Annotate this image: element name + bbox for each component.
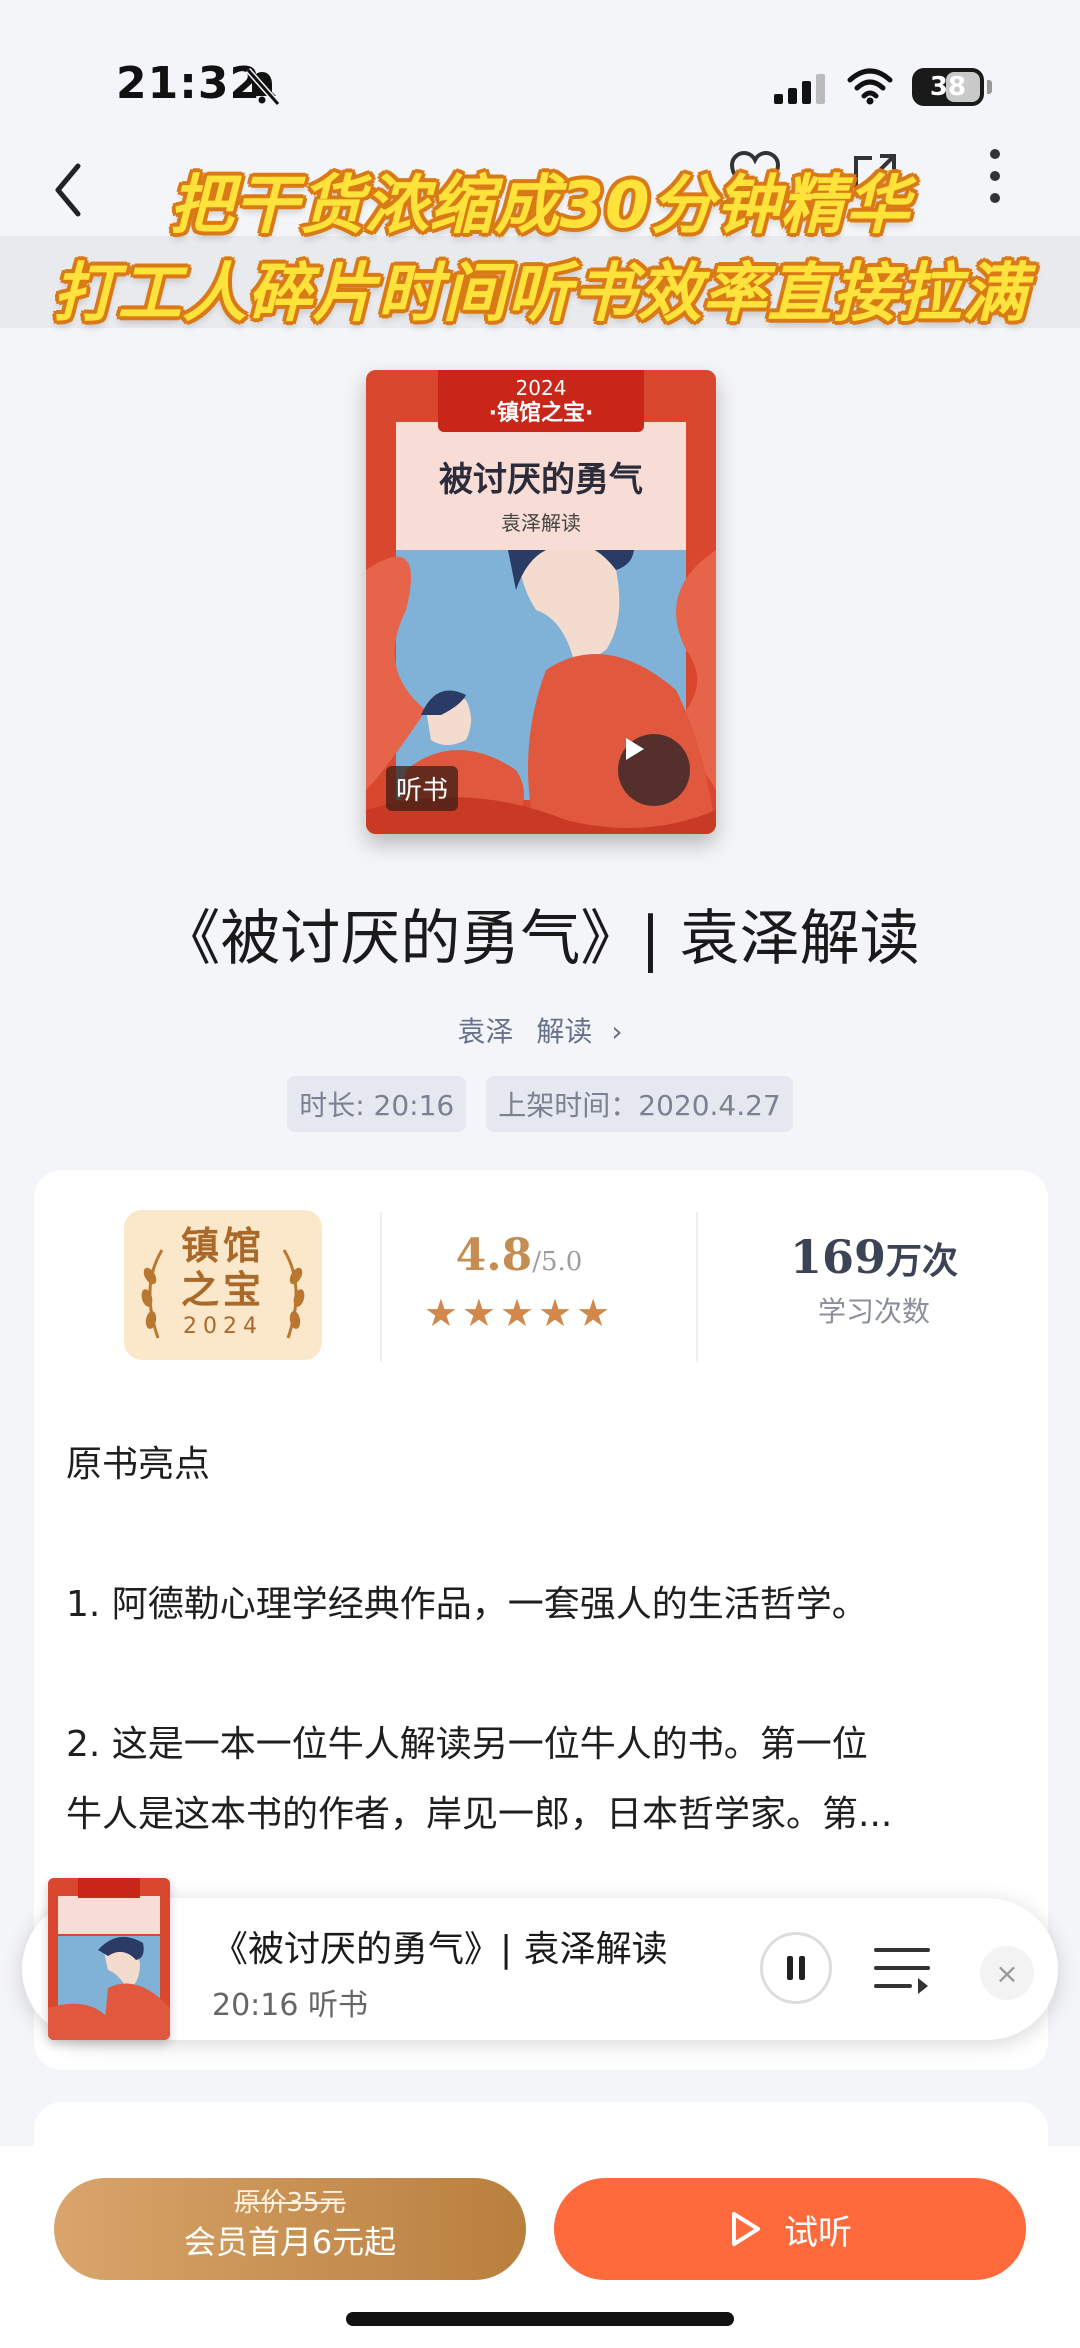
rating-score: 4.8	[455, 1230, 533, 1281]
playlist-icon[interactable]	[872, 1942, 932, 1996]
membership-label: 会员首月6元起	[183, 2223, 397, 2261]
plays-block: 169万次 学习次数	[724, 1230, 1024, 1330]
cover-award-badge: 2024 ·镇馆之宝·	[438, 370, 644, 432]
cover-book-subtitle: 袁泽解读	[501, 511, 581, 535]
plays-label: 学习次数	[817, 1295, 930, 1328]
author-role: 解读	[536, 1015, 593, 1048]
book-description: 原书亮点 1. 阿德勒心理学经典作品，一套强人的生活哲学。 2. 这是一本一位牛…	[66, 1430, 1026, 1850]
cover-badge-text: ·镇馆之宝·	[488, 401, 594, 426]
rating-block: 4.8/5.0 ★★★★★	[384, 1230, 654, 1335]
bell-muted-icon	[245, 68, 281, 106]
description-point-2-line-1: 2. 这是一本一位牛人解读另一位牛人的书。第一位	[66, 1724, 868, 1765]
divider	[696, 1212, 698, 1362]
battery-indicator: 38	[912, 68, 992, 106]
rating-max: /5.0	[532, 1247, 583, 1277]
trial-listen-label: 试听	[784, 2212, 852, 2253]
pause-button[interactable]	[760, 1932, 832, 2004]
book-title: 《被讨厌的勇气》| 袁泽解读	[160, 904, 920, 974]
rating-stars: ★★★★★	[423, 1291, 615, 1335]
author-name: 袁泽	[457, 1015, 514, 1048]
mini-player-cover[interactable]	[48, 1878, 170, 2040]
book-cover[interactable]: 被讨厌的勇气 袁泽解读 2024 ·镇馆之宝· 听书	[366, 370, 716, 834]
meta-row: 时长: 20:16 上架时间：2020.4.27	[0, 1076, 1080, 1132]
divider	[380, 1212, 382, 1362]
membership-button[interactable]: 原价35元 会员首月6元起	[54, 2178, 526, 2280]
caption-line-1: 把干货浓缩成30分钟精华	[169, 169, 911, 243]
plays-count: 169	[789, 1230, 886, 1284]
close-player-button[interactable]: ×	[980, 1946, 1034, 2000]
original-price: 原价35元	[234, 2188, 346, 2218]
pause-icon	[787, 1956, 805, 1980]
mini-player-title: 《被讨厌的勇气》| 袁泽解读	[212, 1929, 668, 1970]
play-outline-icon	[732, 2212, 760, 2246]
caption-line-2: 打工人碎片时间听书效率直接拉满	[52, 257, 1028, 331]
signal-icon	[774, 74, 825, 104]
author-link[interactable]: 袁泽 解读 ›	[0, 1010, 1080, 1050]
laurel-left-icon	[141, 1249, 164, 1339]
cover-audio-tag: 听书	[386, 766, 459, 811]
play-icon	[626, 738, 644, 760]
description-point-1: 1. 阿德勒心理学经典作品，一套强人的生活哲学。	[66, 1584, 868, 1625]
duration-pill: 时长: 20:16	[287, 1076, 467, 1132]
status-time: 21:32	[116, 58, 262, 109]
video-caption-overlay: 把干货浓缩成30分钟精华 打工人碎片时间听书效率直接拉满	[0, 162, 1080, 338]
description-heading: 原书亮点	[66, 1444, 211, 1485]
cover-book-title: 被讨厌的勇气	[439, 460, 643, 500]
award-badge: 镇馆 之宝 2024	[124, 1210, 322, 1360]
release-date-pill: 上架时间：2020.4.27	[486, 1076, 793, 1132]
battery-level-text: 38	[929, 72, 967, 102]
mini-cover-illustration	[48, 1878, 170, 2040]
wifi-icon	[847, 68, 893, 105]
description-point-2-line-2: 牛人是这本书的作者，岸见一郎，日本哲学家。第...	[66, 1794, 893, 1835]
mini-player-subtitle: 20:16 听书	[212, 1988, 368, 2023]
close-icon: ×	[995, 1956, 1019, 1990]
status-bar: 21:32 38	[0, 0, 1080, 150]
cover-play-button[interactable]	[618, 734, 690, 806]
plays-unit: 万次	[886, 1240, 959, 1282]
home-indicator	[346, 2312, 734, 2326]
cover-badge-year: 2024	[515, 376, 567, 400]
cover-title-panel: 被讨厌的勇气 袁泽解读	[396, 422, 686, 550]
chevron-right-icon: ›	[611, 1015, 623, 1048]
trial-listen-button[interactable]: 试听	[554, 2178, 1026, 2280]
laurel-right-icon	[282, 1249, 305, 1339]
